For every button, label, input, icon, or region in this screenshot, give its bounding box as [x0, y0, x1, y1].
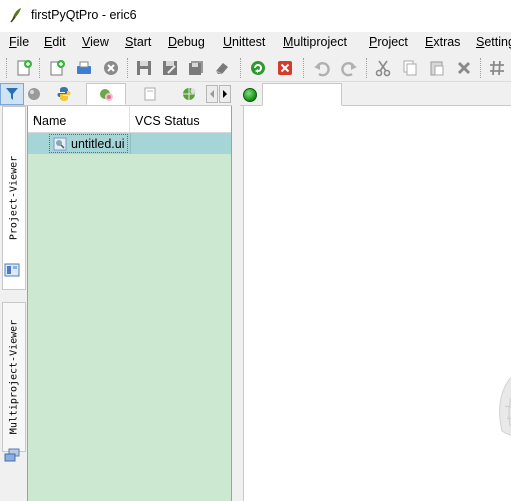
new-project-icon[interactable]	[46, 57, 68, 79]
tree-item-label: untitled.ui	[71, 136, 125, 151]
title-bar: firstPyQtPro - eric6	[0, 0, 511, 32]
column-header-vcs-status-label: VCS Status	[135, 114, 200, 128]
cut-icon[interactable]	[372, 57, 394, 79]
menu-project[interactable]: Project	[369, 35, 408, 49]
left-dock-tabbar	[0, 82, 240, 106]
save-as-icon[interactable]	[159, 57, 181, 79]
print-icon[interactable]	[73, 57, 95, 79]
undo-icon[interactable]	[311, 57, 333, 79]
menu-extras[interactable]: Extras	[425, 35, 460, 49]
erase-icon[interactable]	[211, 57, 233, 79]
editor-tabbar	[240, 82, 511, 106]
eric-watermark-icon	[499, 377, 511, 436]
menu-edit[interactable]: Edit	[44, 35, 66, 49]
filter-icon[interactable]	[0, 83, 24, 105]
paste-icon[interactable]	[426, 57, 448, 79]
scroll-right-arrow[interactable]	[219, 85, 231, 103]
translations-icon[interactable]	[174, 83, 204, 105]
close-red-icon[interactable]	[274, 57, 296, 79]
python-icon[interactable]	[44, 83, 84, 105]
tab-project-viewer-label: Project-Viewer	[8, 155, 20, 241]
reload-icon[interactable]	[247, 57, 269, 79]
tab-multiproject-viewer[interactable]: Multiproject-Viewer	[2, 302, 26, 452]
ui-form-icon	[53, 137, 67, 151]
column-header-name[interactable]: ^ Name	[28, 106, 130, 133]
dock-splitter[interactable]	[232, 82, 243, 501]
menu-multiproject[interactable]: Multiproject	[283, 35, 347, 49]
copy-icon[interactable]	[399, 57, 421, 79]
toolbar-separator	[366, 58, 367, 78]
left-dock-vertical-tabs: Project-Viewer Multiproject-Viewer	[0, 106, 27, 501]
resources-icon[interactable]	[130, 83, 170, 105]
forms-icon[interactable]	[86, 83, 126, 105]
tree-row[interactable]: untitled.ui	[28, 133, 231, 154]
toolbar-separator	[303, 58, 304, 78]
window-title: firstPyQtPro - eric6	[31, 8, 137, 22]
save-all-icon[interactable]	[185, 57, 207, 79]
project-tree: ^ Name VCS Status untitled.ui	[27, 106, 232, 501]
column-header-name-label: Name	[33, 114, 67, 128]
menu-file[interactable]: File	[9, 35, 29, 49]
save-icon[interactable]	[133, 57, 155, 79]
sphere-icon[interactable]	[24, 83, 44, 105]
column-header-vcs-status[interactable]: VCS Status	[130, 106, 231, 133]
menu-unittest[interactable]: Unittest	[223, 35, 265, 49]
toolbar-separator	[6, 58, 7, 78]
editor-tab[interactable]	[262, 83, 342, 106]
tree-header: ^ Name VCS Status	[28, 106, 231, 133]
menu-debug[interactable]: Debug	[168, 35, 205, 49]
eric-icon	[10, 8, 21, 23]
menu-start[interactable]: Start	[125, 35, 151, 49]
toolbar-separator	[39, 58, 40, 78]
tab-multiproject-viewer-label: Multiproject-Viewer	[8, 319, 20, 435]
menu-view[interactable]: View	[82, 35, 109, 49]
scroll-left-arrow[interactable]	[206, 85, 218, 103]
delete-icon[interactable]	[453, 57, 475, 79]
column-divider	[130, 133, 131, 154]
multiproject-viewer-icon[interactable]	[4, 448, 20, 462]
close-circle-icon[interactable]	[100, 57, 122, 79]
toolbar-separator	[480, 58, 481, 78]
project-viewer-icon[interactable]	[4, 263, 20, 277]
toolbar-separator	[240, 58, 241, 78]
toolbar-separator	[127, 58, 128, 78]
toolbar	[0, 54, 511, 82]
hash-icon[interactable]	[486, 57, 508, 79]
tree-item-untitled-ui[interactable]: untitled.ui	[49, 134, 128, 153]
menu-settings[interactable]: Settings	[476, 35, 511, 49]
redo-icon[interactable]	[338, 57, 360, 79]
green-status-dot	[243, 88, 257, 102]
menu-bar: File Edit View Start Debug Unittest Mult…	[0, 32, 511, 54]
editor-area[interactable]	[243, 106, 511, 501]
new-file-icon[interactable]	[13, 57, 35, 79]
